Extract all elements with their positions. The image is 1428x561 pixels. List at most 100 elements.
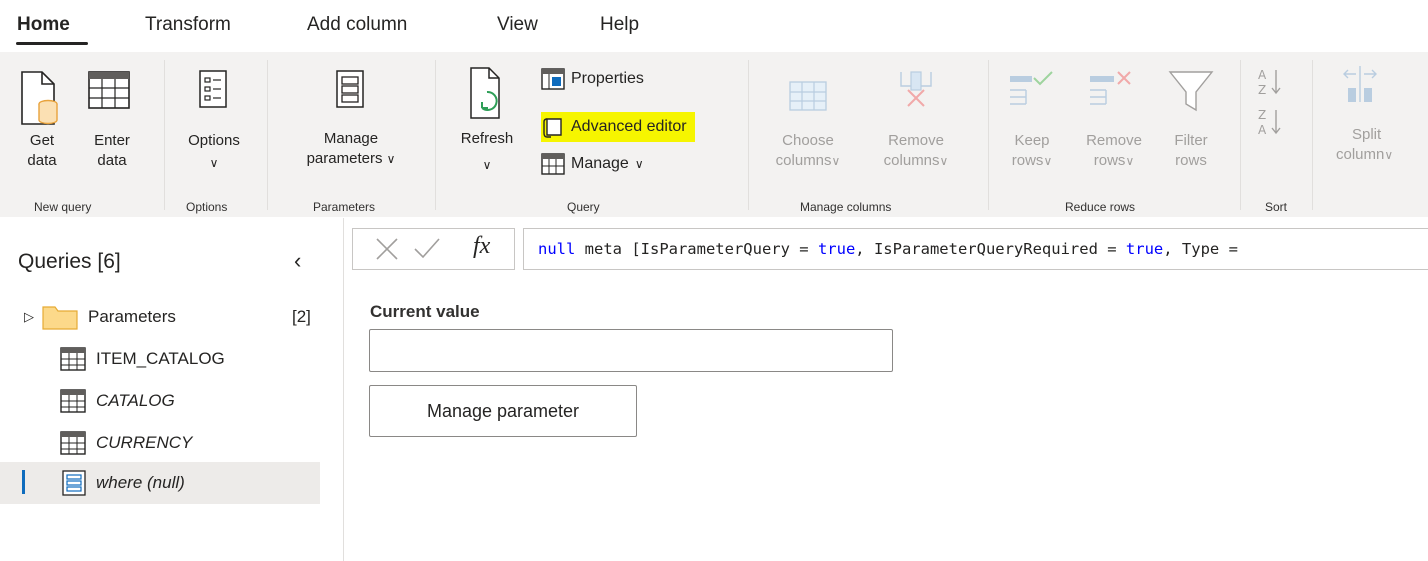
choose-columns-button[interactable]: Choose columns∨	[762, 68, 854, 172]
keep-rows-icon	[1010, 71, 1053, 105]
remove-rows-label-1: Remove	[1086, 132, 1142, 149]
chevron-left-icon: ‹	[294, 248, 302, 273]
sort-ascending-button[interactable]: A Z	[1256, 66, 1284, 100]
folder-icon	[42, 306, 78, 330]
split-column-button[interactable]: Split column∨	[1324, 62, 1428, 166]
keep-rows-label-2: rows∨	[1002, 150, 1062, 172]
formula-controls: fx	[352, 228, 515, 270]
svg-text:A: A	[1258, 123, 1267, 137]
query-label: CURRENCY	[96, 433, 193, 452]
group-separator	[1240, 60, 1241, 210]
tab-transform[interactable]: Transform	[145, 14, 231, 36]
manage-parameter-button[interactable]: Manage parameter	[369, 385, 637, 437]
group-label-query: Query	[567, 200, 600, 214]
group-separator	[1312, 60, 1313, 210]
split-column-label-text: column	[1336, 146, 1385, 163]
options-icon	[199, 70, 227, 108]
queries-title: Queries [6]	[18, 250, 121, 273]
remove-rows-label-2: rows∨	[1074, 150, 1154, 172]
choose-columns-icon	[789, 81, 827, 111]
expand-triangle-icon: ▷	[24, 309, 34, 324]
advanced-editor-button[interactable]: Advanced editor	[541, 112, 695, 142]
advanced-editor-label: Advanced editor	[571, 118, 687, 135]
tab-home[interactable]: Home	[17, 14, 70, 36]
manage-icon	[541, 153, 565, 175]
group-separator	[748, 60, 749, 210]
remove-rows-icon	[1090, 71, 1131, 105]
table-icon	[60, 347, 86, 371]
remove-columns-label-1: Remove	[888, 132, 944, 149]
get-data-label-1: Get	[29, 132, 55, 149]
svg-text:Z: Z	[1258, 108, 1266, 122]
group-label-parameters: Parameters	[313, 200, 376, 214]
chevron-down-icon: ∨	[482, 158, 492, 172]
options-button[interactable]: Options ∨	[176, 68, 252, 174]
tab-help[interactable]: Help	[600, 14, 639, 36]
keep-rows-button[interactable]: Keep rows∨	[1002, 68, 1062, 172]
enter-data-label-2: data	[97, 152, 127, 169]
properties-button[interactable]: Properties	[541, 68, 644, 90]
split-column-label-2: column∨	[1336, 144, 1428, 166]
get-data-button[interactable]: Get data	[16, 68, 68, 172]
advanced-editor-icon	[543, 118, 562, 138]
refresh-label: Refresh	[460, 130, 514, 147]
query-label: where (null)	[96, 473, 185, 492]
table-icon	[60, 389, 86, 413]
parameter-icon	[62, 470, 86, 496]
query-item-catalog[interactable]: CATALOG	[0, 380, 320, 422]
filter-rows-label-2: rows	[1175, 152, 1207, 169]
collapse-pane-button[interactable]: ‹	[294, 248, 301, 274]
manage-label: Manage	[571, 155, 629, 172]
group-separator	[435, 60, 436, 210]
remove-columns-label-2: columns∨	[866, 150, 966, 172]
current-value-label: Current value	[370, 302, 480, 321]
remove-columns-button[interactable]: Remove columns∨	[866, 68, 966, 172]
enter-data-label-1: Enter	[94, 132, 130, 149]
group-label-new-query: New query	[34, 200, 92, 214]
svg-text:A: A	[1258, 68, 1267, 82]
query-item-item-catalog[interactable]: ITEM_CATALOG	[0, 338, 320, 380]
query-item-currency[interactable]: CURRENCY	[0, 422, 320, 464]
get-data-label-2: data	[27, 152, 57, 169]
sort-descending-icon: Z A	[1258, 108, 1281, 137]
cancel-icon[interactable]	[376, 238, 398, 260]
remove-columns-label-text: columns	[883, 152, 940, 169]
chevron-down-icon: ∨	[209, 156, 219, 170]
formula-keyword: true	[817, 240, 856, 258]
check-icon[interactable]	[414, 238, 440, 259]
choose-columns-label-text: columns	[775, 152, 832, 169]
query-group-parameters[interactable]: ▷ Parameters [2]	[0, 296, 320, 338]
enter-data-button[interactable]: Enter data	[84, 68, 140, 172]
chevron-down-icon: ∨	[1384, 148, 1394, 162]
formula-keyword: null	[538, 240, 576, 258]
get-data-icon	[21, 71, 58, 125]
remove-rows-label-text: rows	[1093, 152, 1126, 169]
options-label: Options	[188, 132, 240, 149]
svg-text:Z: Z	[1258, 83, 1266, 97]
filter-icon	[1168, 71, 1214, 112]
current-value-input[interactable]	[369, 329, 893, 372]
formula-text: , Type =	[1163, 240, 1238, 258]
query-count: [2]	[292, 307, 311, 326]
fx-icon[interactable]: fx	[473, 233, 490, 260]
sort-descending-button[interactable]: Z A	[1256, 106, 1284, 140]
chevron-down-icon: ∨	[386, 152, 396, 166]
choose-columns-label-2: columns∨	[762, 150, 854, 172]
group-separator	[988, 60, 989, 210]
manage-parameters-button[interactable]: Manage parameters ∨	[286, 68, 416, 170]
tab-add-column[interactable]: Add column	[307, 14, 407, 36]
formula-bar[interactable]: null meta [IsParameterQuery = true, IsPa…	[523, 228, 1428, 270]
formula-text: , IsParameterQueryRequired =	[855, 240, 1126, 258]
filter-rows-button[interactable]: Filter rows	[1162, 68, 1220, 172]
group-separator	[164, 60, 165, 210]
chevron-down-icon: ∨	[831, 154, 841, 168]
pane-separator	[343, 218, 344, 561]
refresh-button[interactable]: Refresh ∨	[451, 64, 523, 176]
chevron-down-icon: ∨	[634, 157, 644, 171]
refresh-icon	[470, 67, 500, 119]
manage-button[interactable]: Manage ∨	[541, 153, 644, 175]
remove-rows-button[interactable]: Remove rows∨	[1074, 68, 1154, 172]
group-label-manage-columns: Manage columns	[800, 200, 892, 214]
query-item-where[interactable]: where (null)	[0, 462, 320, 504]
tab-view[interactable]: View	[497, 14, 538, 36]
